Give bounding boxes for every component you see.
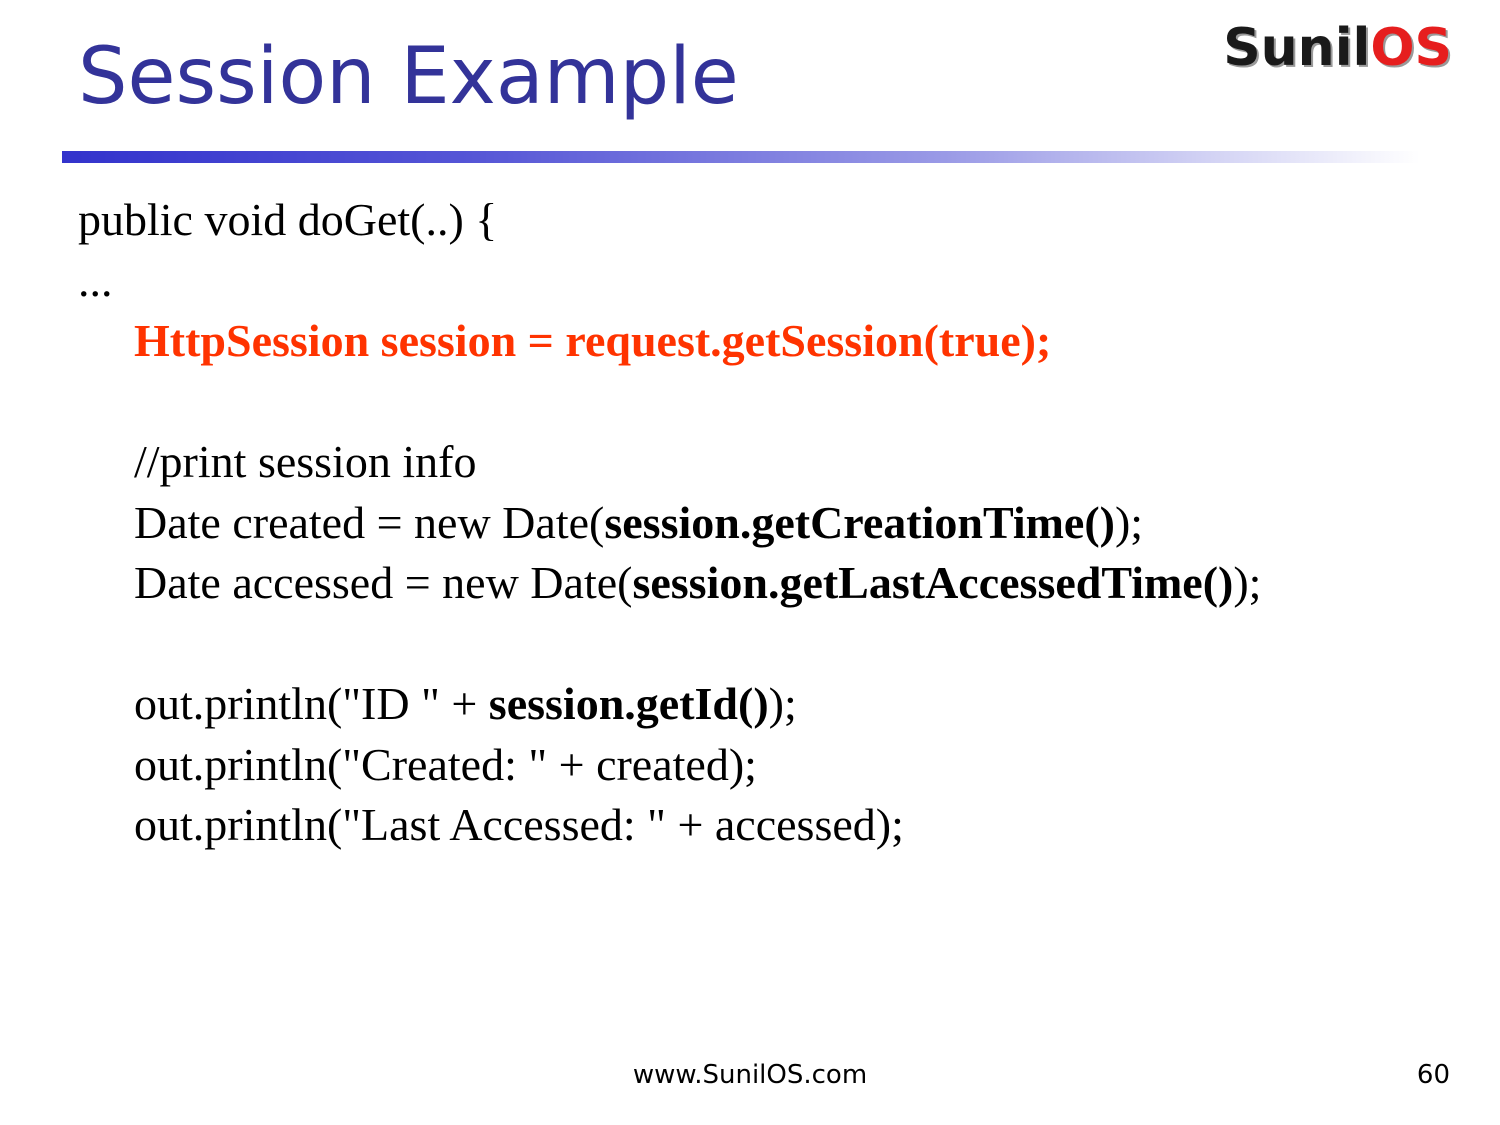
slide-title: Session Example	[78, 32, 739, 122]
code-line-9-post: );	[768, 678, 797, 729]
code-line-6: Date created = new Date(session.getCreat…	[78, 493, 1261, 554]
logo-text-sunil: Sunil	[1223, 18, 1371, 78]
code-line-7-pre: Date accessed = new Date(	[134, 557, 633, 608]
code-line-9-bold: session.getId()	[488, 678, 769, 729]
sunilos-logo: SunilOS	[1223, 22, 1452, 74]
code-line-7-bold: session.getLastAccessedTime()	[632, 557, 1234, 608]
code-line-5: //print session info	[134, 436, 477, 487]
code-line-7-post: );	[1233, 557, 1262, 608]
title-underline-rule	[62, 151, 1420, 163]
code-line-9: out.println("ID " + session.getId());	[78, 674, 1261, 735]
page-number: 60	[1416, 1060, 1450, 1090]
code-line-1: public void doGet(..) {	[78, 194, 498, 245]
footer-url: www.SunilOS.com	[632, 1060, 868, 1090]
code-line-7: Date accessed = new Date(session.getLast…	[78, 553, 1261, 614]
code-line-2: ...	[78, 254, 113, 306]
code-line-6-pre: Date created = new Date(	[134, 496, 605, 548]
code-line-9-pre: out.println("ID " +	[134, 678, 489, 729]
code-line-10: out.println("Created: " + created);	[134, 738, 757, 790]
code-line-3-highlight: HttpSession session = request.getSession…	[134, 315, 1052, 366]
code-line-11: out.println("Last Accessed: " + accessed…	[134, 799, 904, 850]
code-block: public void doGet(..) { ... HttpSession …	[78, 190, 1261, 856]
code-line-6-post: );	[1114, 496, 1144, 548]
slide: Session Example SunilOS public void doGe…	[0, 0, 1500, 1125]
code-line-6-bold: session.getCreationTime()	[604, 496, 1115, 548]
logo-text-os: OS	[1370, 18, 1452, 78]
